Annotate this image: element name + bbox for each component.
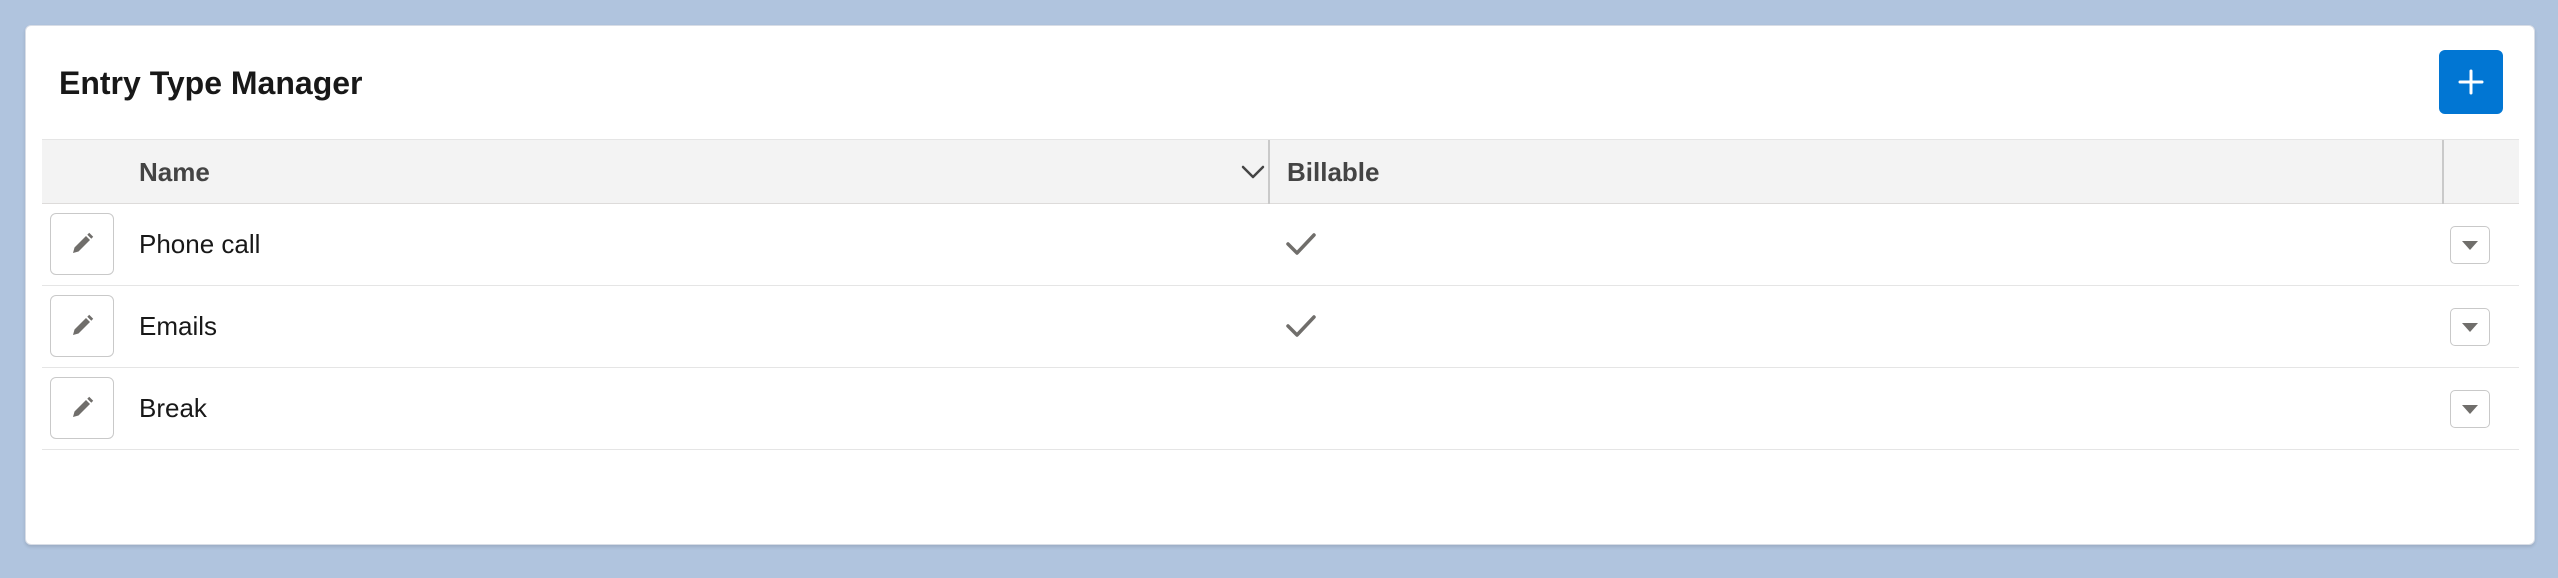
row-actions-button[interactable] bbox=[2450, 226, 2490, 264]
chevron-down-icon bbox=[1241, 165, 1265, 179]
column-header-billable[interactable]: Billable bbox=[1287, 140, 1379, 204]
add-entry-type-button[interactable] bbox=[2439, 50, 2503, 114]
row-actions-button[interactable] bbox=[2450, 308, 2490, 346]
row-name: Emails bbox=[139, 311, 218, 341]
row-name: Phone call bbox=[139, 229, 261, 259]
table-row: Phone call bbox=[42, 204, 2519, 286]
check-icon bbox=[1286, 233, 1316, 255]
table-row: Emails bbox=[42, 286, 2519, 368]
plus-icon bbox=[2458, 69, 2484, 95]
entry-type-manager-card: Entry Type Manager Name Billable Phone c… bbox=[25, 25, 2535, 545]
table-row: Break bbox=[42, 368, 2519, 450]
row-name: Break bbox=[139, 393, 207, 423]
sort-name-button[interactable] bbox=[1237, 156, 1269, 188]
table-header: Name Billable bbox=[42, 139, 2519, 204]
column-header-name[interactable]: Name bbox=[139, 140, 210, 204]
pencil-icon bbox=[73, 314, 94, 335]
card-title: Entry Type Manager bbox=[59, 65, 363, 101]
caret-down-icon bbox=[2462, 323, 2478, 332]
edit-row-button[interactable] bbox=[50, 377, 114, 439]
edit-row-button[interactable] bbox=[50, 213, 114, 275]
entry-types-table: Name Billable Phone call Emails Break bbox=[42, 139, 2519, 450]
row-actions-button[interactable] bbox=[2450, 390, 2490, 428]
column-resize-handle-name[interactable] bbox=[1268, 140, 1270, 204]
column-resize-handle-billable[interactable] bbox=[2442, 140, 2444, 204]
caret-down-icon bbox=[2462, 405, 2478, 414]
pencil-icon bbox=[73, 232, 94, 253]
check-icon bbox=[1286, 315, 1316, 337]
edit-row-button[interactable] bbox=[50, 295, 114, 357]
pencil-icon bbox=[73, 396, 94, 417]
caret-down-icon bbox=[2462, 241, 2478, 250]
